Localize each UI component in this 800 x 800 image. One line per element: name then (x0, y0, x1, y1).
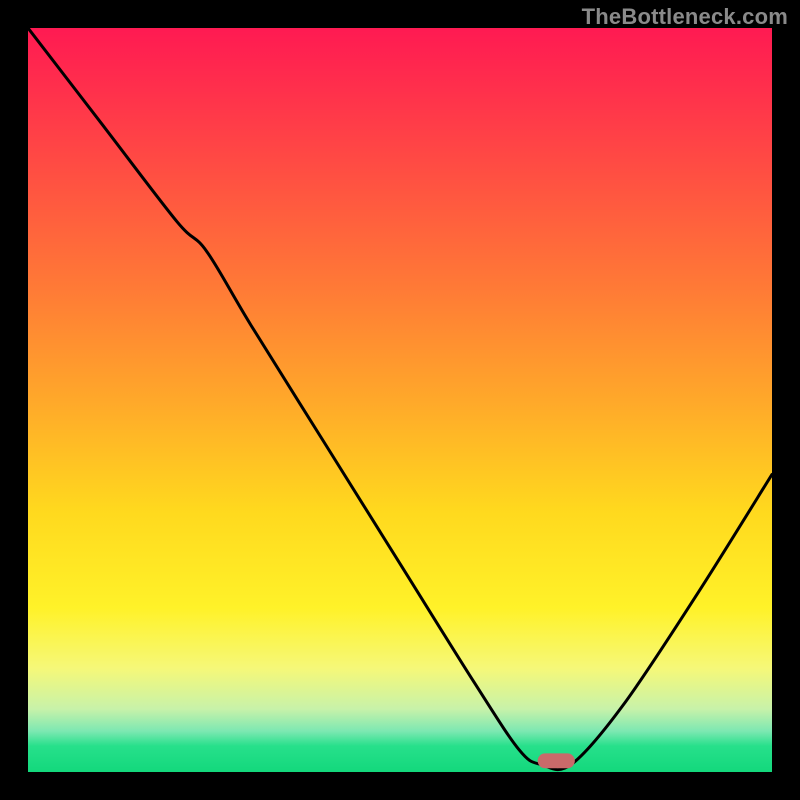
plot-area (28, 28, 772, 772)
target-marker (538, 753, 575, 768)
watermark-text: TheBottleneck.com (582, 4, 788, 30)
chart-container: TheBottleneck.com (0, 0, 800, 800)
bottleneck-curve (28, 28, 772, 770)
chart-svg (28, 28, 772, 772)
